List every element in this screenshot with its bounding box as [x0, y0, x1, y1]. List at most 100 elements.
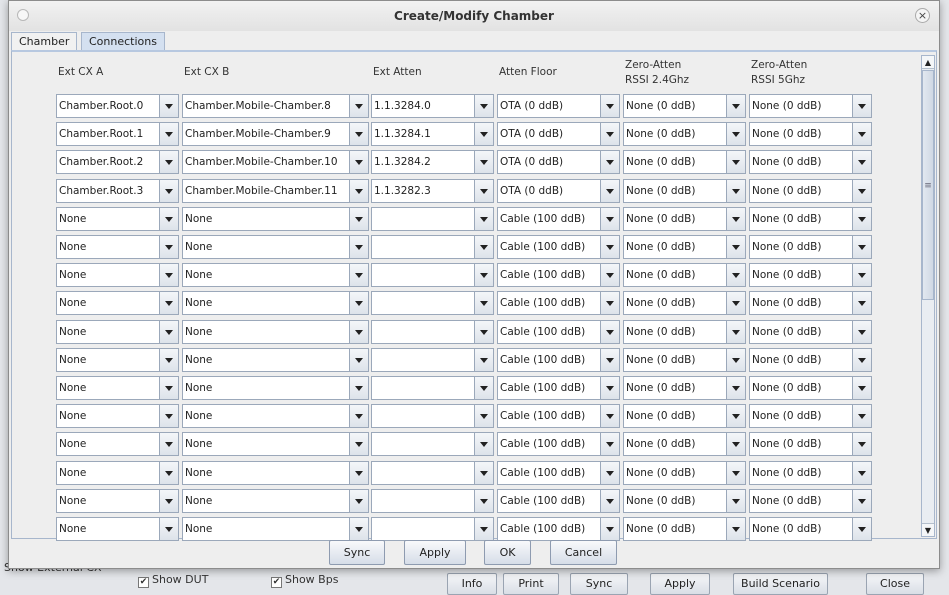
close-icon[interactable]: ×: [915, 8, 930, 23]
chevron-down-icon[interactable]: [852, 377, 871, 399]
chevron-down-icon[interactable]: [474, 461, 493, 484]
chevron-down-icon[interactable]: [159, 292, 178, 315]
chevron-down-icon[interactable]: [349, 123, 368, 146]
ext-atten-dropdown[interactable]: [371, 404, 494, 429]
sync-bg-button[interactable]: Sync: [570, 573, 628, 595]
rssi-24-dropdown[interactable]: None (0 ddB): [623, 319, 746, 344]
rssi-24-dropdown[interactable]: None (0 ddB): [623, 488, 746, 513]
ext-cx-b-dropdown[interactable]: None: [182, 488, 369, 513]
rssi-5-dropdown[interactable]: None (0 ddB): [749, 291, 872, 316]
rssi-5-dropdown[interactable]: None (0 ddB): [749, 460, 872, 485]
rssi-24-dropdown[interactable]: None (0 ddB): [623, 150, 746, 175]
scroll-thumb[interactable]: ≡: [922, 70, 934, 300]
ext-cx-b-dropdown[interactable]: None: [182, 347, 369, 372]
chevron-down-icon[interactable]: [726, 264, 745, 287]
build-scenario-button[interactable]: Build Scenario: [733, 573, 828, 595]
close-bg-button[interactable]: Close: [866, 573, 924, 595]
atten-floor-dropdown[interactable]: Cable (100 ddB): [497, 376, 620, 400]
rssi-5-dropdown[interactable]: None (0 ddB): [749, 432, 872, 457]
rssi-5-dropdown[interactable]: None (0 ddB): [749, 376, 872, 400]
chevron-down-icon[interactable]: [159, 207, 178, 230]
chevron-down-icon[interactable]: [349, 95, 368, 117]
chevron-down-icon[interactable]: [474, 433, 493, 456]
rssi-5-dropdown[interactable]: None (0 ddB): [749, 404, 872, 429]
rssi-24-dropdown[interactable]: None (0 ddB): [623, 404, 746, 429]
chevron-down-icon[interactable]: [159, 433, 178, 456]
ext-cx-b-dropdown[interactable]: None: [182, 517, 369, 541]
window-menu-icon[interactable]: [17, 9, 29, 21]
ext-cx-b-dropdown[interactable]: Chamber.Mobile-Chamber.10: [182, 150, 369, 175]
chevron-down-icon[interactable]: [159, 123, 178, 146]
chevron-down-icon[interactable]: [474, 123, 493, 146]
ext-cx-a-dropdown[interactable]: Chamber.Root.3: [56, 178, 179, 203]
ext-atten-dropdown[interactable]: [371, 460, 494, 485]
chevron-down-icon[interactable]: [159, 95, 178, 117]
chevron-down-icon[interactable]: [159, 179, 178, 202]
rssi-5-dropdown[interactable]: None (0 ddB): [749, 235, 872, 259]
chevron-down-icon[interactable]: [159, 236, 178, 258]
rssi-24-dropdown[interactable]: None (0 ddB): [623, 460, 746, 485]
atten-floor-dropdown[interactable]: Cable (100 ddB): [497, 460, 620, 485]
ext-cx-a-dropdown[interactable]: None: [56, 376, 179, 400]
ext-cx-b-dropdown[interactable]: Chamber.Mobile-Chamber.11: [182, 178, 369, 203]
chevron-down-icon[interactable]: [474, 236, 493, 258]
ext-atten-dropdown[interactable]: 1.1.3284.1: [371, 122, 494, 147]
chevron-down-icon[interactable]: [600, 123, 619, 146]
rssi-5-dropdown[interactable]: None (0 ddB): [749, 150, 872, 175]
chevron-down-icon[interactable]: [852, 405, 871, 428]
chevron-down-icon[interactable]: [159, 320, 178, 343]
ext-cx-a-dropdown[interactable]: None: [56, 235, 179, 259]
atten-floor-dropdown[interactable]: Cable (100 ddB): [497, 347, 620, 372]
rssi-5-dropdown[interactable]: None (0 ddB): [749, 122, 872, 147]
chevron-down-icon[interactable]: [349, 377, 368, 399]
rssi-24-dropdown[interactable]: None (0 ddB): [623, 432, 746, 457]
chevron-down-icon[interactable]: [600, 348, 619, 371]
rssi-24-dropdown[interactable]: None (0 ddB): [623, 94, 746, 118]
rssi-5-dropdown[interactable]: None (0 ddB): [749, 94, 872, 118]
rssi-5-dropdown[interactable]: None (0 ddB): [749, 319, 872, 344]
rssi-5-dropdown[interactable]: None (0 ddB): [749, 263, 872, 288]
chevron-down-icon[interactable]: [474, 377, 493, 399]
ext-cx-b-dropdown[interactable]: None: [182, 460, 369, 485]
chevron-down-icon[interactable]: [349, 433, 368, 456]
chevron-down-icon[interactable]: [600, 179, 619, 202]
chevron-down-icon[interactable]: [726, 377, 745, 399]
ext-cx-b-dropdown[interactable]: None: [182, 291, 369, 316]
chevron-down-icon[interactable]: [852, 461, 871, 484]
chevron-down-icon[interactable]: [349, 236, 368, 258]
vertical-scrollbar[interactable]: ▲ ≡ ▼: [921, 55, 935, 537]
chevron-down-icon[interactable]: [852, 95, 871, 117]
ext-cx-b-dropdown[interactable]: None: [182, 206, 369, 231]
rssi-5-dropdown[interactable]: None (0 ddB): [749, 488, 872, 513]
chevron-down-icon[interactable]: [600, 518, 619, 540]
chevron-down-icon[interactable]: [726, 151, 745, 174]
rssi-5-dropdown[interactable]: None (0 ddB): [749, 206, 872, 231]
rssi-24-dropdown[interactable]: None (0 ddB): [623, 178, 746, 203]
chevron-down-icon[interactable]: [600, 236, 619, 258]
chevron-down-icon[interactable]: [474, 179, 493, 202]
atten-floor-dropdown[interactable]: Cable (100 ddB): [497, 404, 620, 429]
rssi-5-dropdown[interactable]: None (0 ddB): [749, 517, 872, 541]
chevron-down-icon[interactable]: [600, 264, 619, 287]
chevron-down-icon[interactable]: [726, 489, 745, 512]
chevron-down-icon[interactable]: [852, 518, 871, 540]
chevron-down-icon[interactable]: [852, 433, 871, 456]
chevron-down-icon[interactable]: [726, 123, 745, 146]
rssi-5-dropdown[interactable]: None (0 ddB): [749, 347, 872, 372]
chevron-down-icon[interactable]: [726, 292, 745, 315]
chevron-down-icon[interactable]: [349, 461, 368, 484]
chevron-down-icon[interactable]: [852, 179, 871, 202]
chevron-down-icon[interactable]: [726, 207, 745, 230]
ext-atten-dropdown[interactable]: 1.1.3282.3: [371, 178, 494, 203]
chevron-down-icon[interactable]: [600, 320, 619, 343]
chevron-down-icon[interactable]: [349, 207, 368, 230]
chevron-down-icon[interactable]: [852, 320, 871, 343]
atten-floor-dropdown[interactable]: OTA (0 ddB): [497, 122, 620, 147]
chevron-down-icon[interactable]: [852, 292, 871, 315]
scroll-down-icon[interactable]: ▼: [922, 523, 934, 536]
chevron-down-icon[interactable]: [349, 264, 368, 287]
ext-cx-a-dropdown[interactable]: None: [56, 432, 179, 457]
chevron-down-icon[interactable]: [349, 518, 368, 540]
ext-cx-a-dropdown[interactable]: None: [56, 263, 179, 288]
chevron-down-icon[interactable]: [349, 320, 368, 343]
